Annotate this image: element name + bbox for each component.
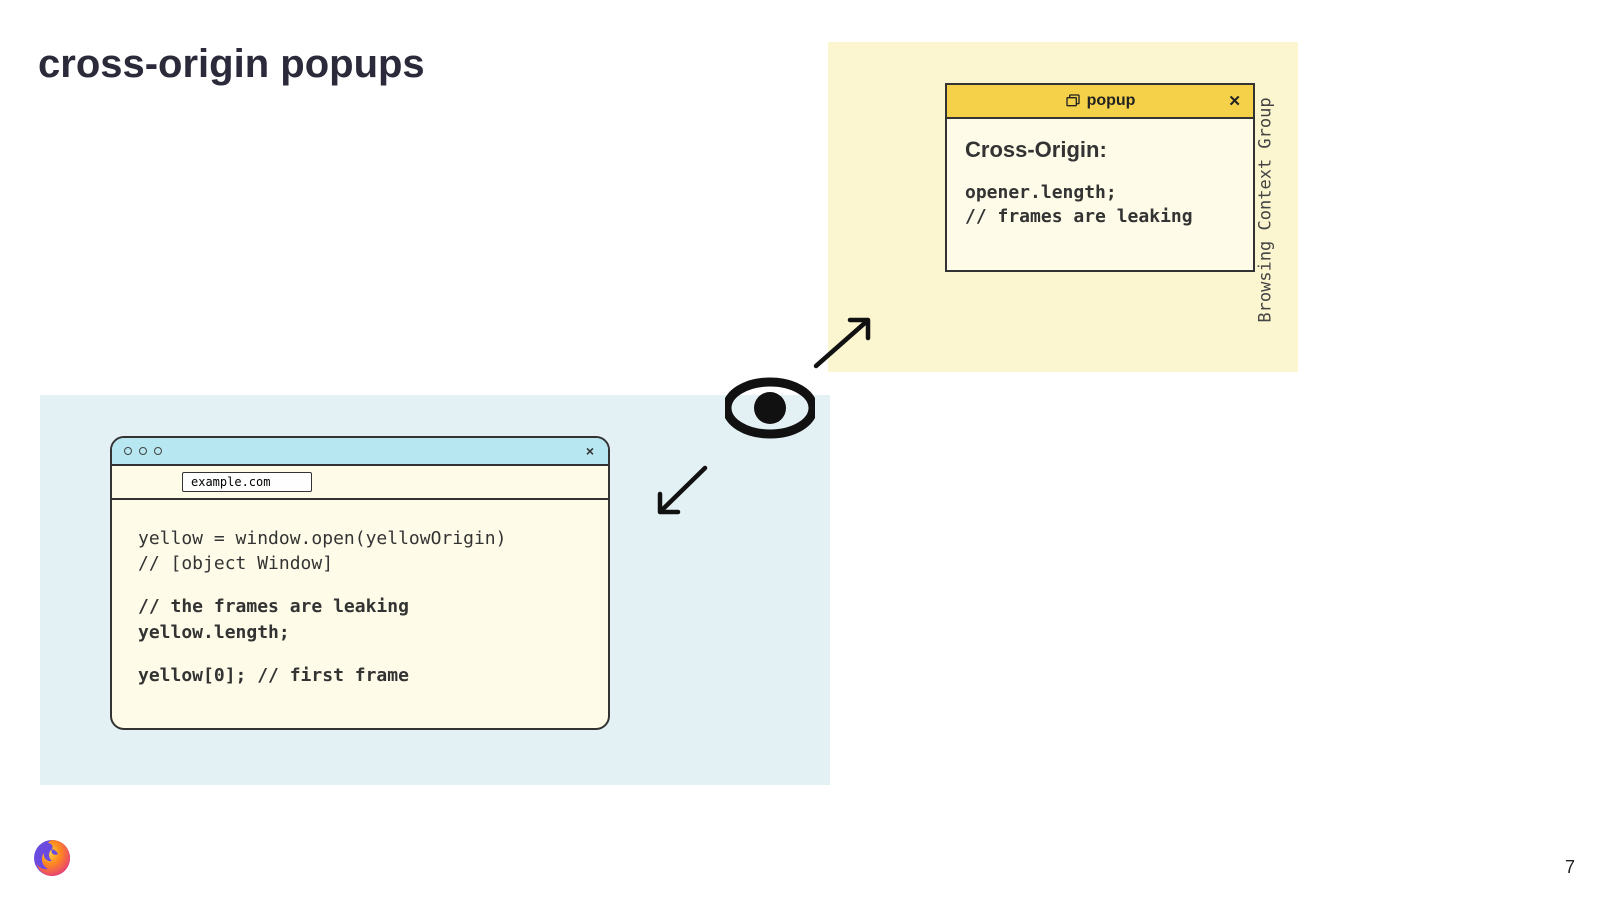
popup-tab: popup [1065,92,1136,110]
traffic-lights [124,447,162,455]
code-line: yellow.length; [138,620,582,645]
traffic-dot-icon [154,447,162,455]
eye-icon [725,373,815,443]
close-icon[interactable]: × [586,443,594,459]
traffic-dot-icon [139,447,147,455]
arrow-ne-icon [808,312,878,374]
code-line: // [object Window] [138,551,582,576]
popup-body: Cross-Origin: opener.length; // frames a… [947,119,1253,270]
popup-window: popup ✕ Cross-Origin: opener.length; // … [945,83,1255,272]
arrow-sw-icon [650,460,715,520]
traffic-dot-icon [124,447,132,455]
code-line: // the frames are leaking [138,594,582,619]
page-number: 7 [1565,857,1575,878]
browser-body: yellow = window.open(yellowOrigin) // [o… [112,500,608,728]
popup-code: opener.length; // frames are leaking [965,181,1235,230]
window-stack-icon [1065,93,1081,109]
popup-heading: Cross-Origin: [965,137,1235,163]
code-line: yellow = window.open(yellowOrigin) [138,526,582,551]
popup-titlebar: popup ✕ [947,85,1253,119]
browsing-context-group-label: Browsing Context Group [1255,97,1275,322]
browser-window: × example.com yellow = window.open(yello… [110,436,610,730]
url-input[interactable]: example.com [182,472,312,492]
popup-tab-label: popup [1087,92,1136,110]
firefox-logo-icon [30,836,74,880]
slide-title: cross-origin popups [38,42,425,87]
browser-titlebar: × [112,438,608,466]
code-line: yellow[0]; // first frame [138,663,582,688]
browser-urlbar: example.com [112,466,608,500]
close-icon[interactable]: ✕ [1228,92,1241,110]
